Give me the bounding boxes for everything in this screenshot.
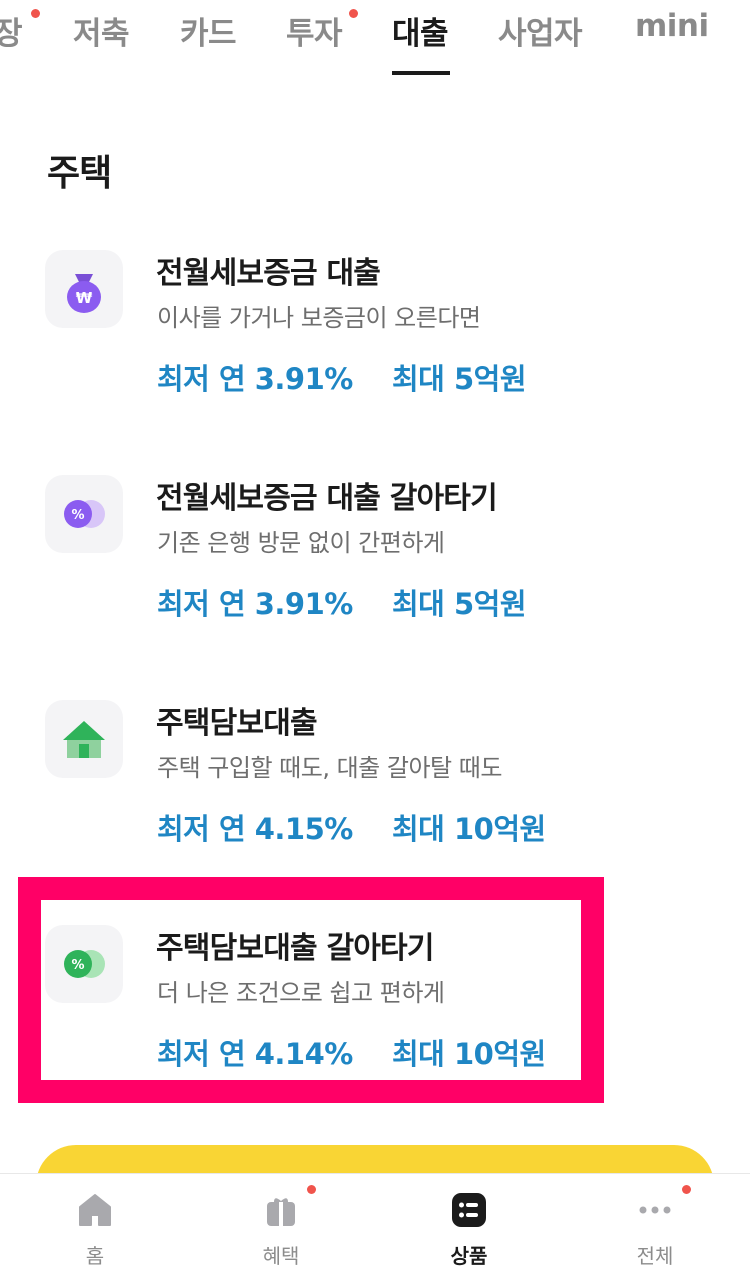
- product-description: 주택 구입할 때도, 대출 갈아탈 때도: [157, 754, 502, 782]
- product-item[interactable]: ₩ 전월세보증금 대출 이사를 가거나 보증금이 오른다면 최저 연 3.91%…: [0, 240, 750, 420]
- green-house-icon: [45, 700, 123, 778]
- product-description: 이사를 가거나 보증금이 오른다면: [157, 304, 481, 332]
- product-limit: 최대 5억원: [392, 587, 527, 621]
- more-icon: [639, 1206, 671, 1214]
- tab-deposit[interactable]: 저축: [73, 8, 130, 53]
- category-tabs: 장 저축 카드 투자 대출 사업자 mini: [0, 0, 750, 80]
- nav-home[interactable]: 홈: [20, 1174, 170, 1274]
- svg-text:₩: ₩: [76, 289, 93, 307]
- home-icon: [79, 1194, 111, 1226]
- purple-percent-coins-icon: %: [45, 475, 123, 553]
- tab-savings-account[interactable]: 장: [0, 8, 23, 53]
- product-rate: 최저 연 3.91%: [157, 362, 353, 396]
- nav-label: 홈: [85, 1244, 105, 1268]
- nav-products[interactable]: 상품: [394, 1174, 544, 1274]
- products-icon: [452, 1193, 486, 1227]
- nav-label: 혜택: [262, 1244, 300, 1268]
- section-title: 주택: [47, 153, 112, 194]
- tab-card[interactable]: 카드: [180, 8, 237, 53]
- product-limit: 최대 10억원: [392, 812, 546, 846]
- money-bag-icon: ₩: [45, 250, 123, 328]
- product-title: 주택담보대출: [156, 706, 318, 741]
- product-item[interactable]: 주택담보대출 주택 구입할 때도, 대출 갈아탈 때도 최저 연 4.15% 최…: [0, 690, 750, 870]
- nav-benefits[interactable]: 혜택: [206, 1174, 356, 1274]
- product-title: 전월세보증금 대출: [156, 256, 381, 291]
- tab-business[interactable]: 사업자: [498, 8, 583, 53]
- gift-icon: [267, 1198, 295, 1226]
- product-limit: 최대 5억원: [392, 362, 527, 396]
- tab-notification-dot: [349, 9, 358, 18]
- tab-mini[interactable]: mini: [635, 8, 709, 44]
- bottom-navigation: 홈 혜택 상품 전체: [0, 1173, 750, 1274]
- nav-label: 전체: [636, 1244, 674, 1268]
- product-item[interactable]: % 전월세보증금 대출 갈아타기 기존 은행 방문 없이 간편하게 최저 연 3…: [0, 465, 750, 645]
- nav-notification-dot: [682, 1185, 691, 1194]
- tab-invest[interactable]: 투자: [286, 8, 343, 53]
- tab-notification-dot: [31, 9, 40, 18]
- nav-all[interactable]: 전체: [580, 1174, 730, 1274]
- nav-label: 상품: [450, 1244, 488, 1268]
- product-rate: 최저 연 4.15%: [157, 812, 353, 846]
- highlight-box: [18, 877, 604, 1103]
- svg-text:%: %: [71, 508, 84, 523]
- tab-loan[interactable]: 대출: [392, 8, 449, 53]
- product-description: 기존 은행 방문 없이 간편하게: [157, 529, 445, 557]
- product-title: 전월세보증금 대출 갈아타기: [156, 481, 498, 516]
- product-rate: 최저 연 3.91%: [157, 587, 353, 621]
- nav-notification-dot: [307, 1185, 316, 1194]
- active-tab-indicator: [392, 71, 450, 75]
